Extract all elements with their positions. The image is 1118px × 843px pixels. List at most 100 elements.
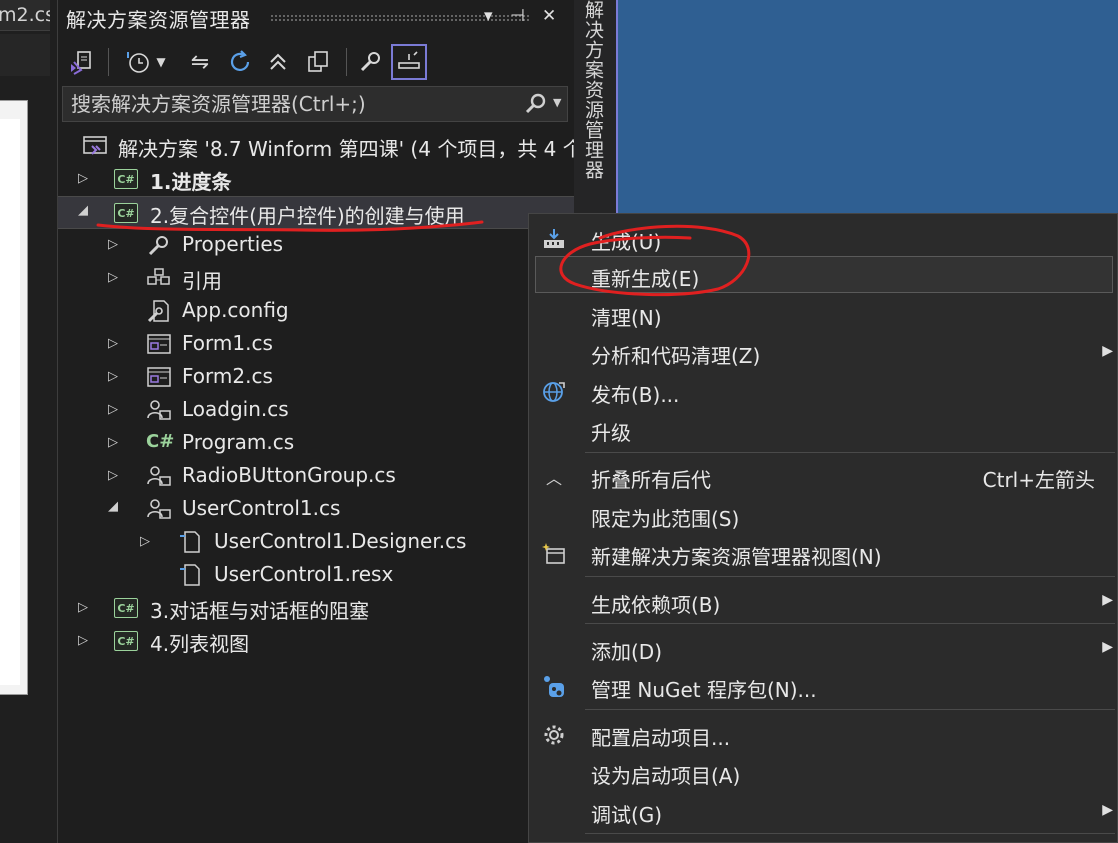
menu-separator (585, 452, 1115, 453)
expand-arrow-icon[interactable]: ▷ (106, 369, 120, 384)
wrench-icon[interactable] (354, 46, 386, 78)
expand-arrow-icon[interactable]: ▷ (106, 237, 120, 252)
designer-surface[interactable] (0, 100, 28, 695)
new-view-icon (541, 541, 567, 567)
tree-node-loadgin[interactable]: ▷ Loadgin.cs (58, 394, 574, 427)
tree-node-properties[interactable]: ▷ Properties (58, 229, 574, 262)
csharp-project-icon: C# (114, 201, 140, 225)
file-icon (178, 530, 204, 554)
tree-item-label: Loadgin.cs (182, 397, 289, 421)
menu-separator (585, 833, 1115, 834)
tree-solution-node[interactable]: 解决方案 '8.7 Winform 第四课' (4 个项目，共 4 个 (58, 130, 583, 163)
menu-item-rebuild[interactable]: 重新生成(E) (535, 256, 1113, 293)
menu-item-clean[interactable]: 清理(N) (529, 296, 1118, 333)
tree-node-radiobuttongroup[interactable]: ▷ RadioBUttonGroup.cs (58, 460, 574, 493)
references-icon (146, 266, 172, 290)
refresh-icon[interactable] (224, 46, 256, 78)
file-icon (178, 563, 204, 587)
tree-node-references[interactable]: ▷ 引用 (58, 262, 574, 295)
vs-home-icon[interactable] (66, 46, 98, 78)
panel-title-bar: 解决方案资源管理器 ▾ ⊣ ✕ (58, 0, 574, 36)
sync-icon[interactable]: ⇋ (184, 46, 216, 78)
menu-separator (585, 709, 1115, 710)
context-menu: 生成(U) 重新生成(E) 清理(N) 分析和代码清理(Z) ▶ 发布(B)..… (528, 213, 1118, 843)
tree-node-usercontrol1[interactable]: ◢ UserControl1.cs (58, 493, 574, 526)
tree-item-label: Properties (182, 232, 284, 256)
history-icon[interactable] (122, 46, 154, 78)
pin-icon[interactable]: ⊣ (510, 6, 525, 26)
menu-item-scope[interactable]: 限定为此范围(S) (529, 497, 1118, 534)
preview-selected-icon[interactable] (391, 44, 427, 80)
csharp-file-icon: C# (146, 431, 175, 452)
form-icon (146, 365, 172, 389)
menu-item-build[interactable]: 生成(U) (529, 220, 1118, 257)
form-canvas (0, 119, 20, 685)
search-box: ▼ (62, 86, 568, 122)
tree-item-label: Program.cs (182, 430, 295, 454)
submenu-arrow-icon: ▶ (1102, 802, 1113, 818)
background-window (618, 0, 1118, 213)
menu-item-debug[interactable]: 调试(G) ▶ (529, 793, 1118, 830)
gear-icon (541, 722, 567, 748)
tree-item-label: App.config (182, 298, 289, 322)
tree-project-node-selected[interactable]: ◢ C# 2.复合控件(用户控件)的创建与使用 (58, 196, 574, 229)
solution-label: 解决方案 '8.7 Winform 第四课' (4 个项目，共 4 个 (118, 137, 583, 161)
toolbar-separator (108, 48, 109, 76)
expand-arrow-icon[interactable]: ▷ (106, 336, 120, 351)
tree-node-designer[interactable]: ▷ UserControl1.Designer.cs (58, 526, 574, 559)
collapse-arrow-icon[interactable]: ◢ (76, 203, 90, 218)
tree-node-resx[interactable]: UserControl1.resx (58, 559, 574, 592)
tree-node-form1[interactable]: ▷ Form1.cs (58, 328, 574, 361)
tree-node-app-config[interactable]: App.config (58, 295, 574, 328)
expand-arrow-icon[interactable]: ▷ (106, 468, 120, 483)
tree-project-node[interactable]: ▷ C# 1.进度条 (58, 163, 574, 196)
chevron-down-icon[interactable]: ▼ (154, 46, 168, 78)
tree-node-program[interactable]: ▷ C# Program.cs (58, 427, 574, 460)
copy-icon[interactable] (302, 46, 334, 78)
panel-toolbar: ▼ ⇋ (58, 40, 574, 84)
menu-label: 设为启动项目(A) (591, 764, 741, 788)
search-input[interactable] (71, 87, 501, 121)
project-label: 4.列表视图 (150, 632, 250, 656)
user-control-icon (146, 398, 172, 422)
csharp-project-icon: C# (114, 167, 140, 191)
search-icon[interactable] (523, 91, 549, 117)
tree-item-label: 引用 (182, 269, 222, 293)
expand-arrow-icon[interactable]: ▷ (76, 633, 90, 648)
tree-item-label: Form1.cs (182, 331, 273, 355)
expand-arrow-icon[interactable]: ▷ (76, 600, 90, 615)
expand-arrow-icon[interactable]: ▷ (106, 435, 120, 450)
menu-item-new-view[interactable]: 新建解决方案资源管理器视图(N) (529, 535, 1118, 572)
menu-item-nuget[interactable]: 管理 NuGet 程序包(N)... (529, 668, 1118, 705)
collapse-all-icon[interactable] (262, 46, 294, 78)
menu-label: 新建解决方案资源管理器视图(N) (591, 545, 882, 569)
nuget-icon (541, 674, 567, 700)
menu-item-configure-startup[interactable]: 配置启动项目... (529, 716, 1118, 753)
tree-item-label: RadioBUttonGroup.cs (182, 463, 396, 487)
project-label: 2.复合控件(用户控件)的创建与使用 (150, 204, 465, 228)
menu-label: 折叠所有后代 (591, 468, 711, 492)
close-icon[interactable]: ✕ (542, 6, 556, 26)
vertical-tab-label: 解决方案资源管理器 (582, 0, 604, 180)
expand-arrow-icon[interactable]: ▷ (76, 171, 90, 186)
expand-arrow-icon[interactable]: ▷ (106, 402, 120, 417)
csharp-project-icon: C# (114, 629, 140, 653)
editor-tab[interactable]: m2.cs (0, 0, 50, 30)
expand-arrow-icon[interactable]: ▷ (106, 270, 120, 285)
menu-item-analyze[interactable]: 分析和代码清理(Z) ▶ (529, 334, 1118, 371)
menu-item-collapse-descendants[interactable]: ︿ 折叠所有后代 Ctrl+左箭头 (529, 458, 1118, 495)
vertical-panel-tab[interactable]: 解决方案资源管理器 (574, 0, 618, 213)
menu-item-set-startup[interactable]: 设为启动项目(A) (529, 754, 1118, 791)
menu-item-upgrade[interactable]: 升级 (529, 411, 1118, 448)
collapse-arrow-icon[interactable]: ◢ (106, 499, 120, 514)
expand-arrow-icon[interactable]: ▷ (138, 534, 152, 549)
tree-project-node[interactable]: ▷ C# 4.列表视图 (58, 625, 574, 658)
menu-item-add[interactable]: 添加(D) ▶ (529, 630, 1118, 667)
chevron-down-icon[interactable]: ▾ (484, 6, 493, 26)
search-options-chevron-icon[interactable]: ▼ (553, 96, 561, 109)
panel-title: 解决方案资源管理器 (66, 8, 251, 32)
menu-item-build-dependencies[interactable]: 生成依赖项(B) ▶ (529, 583, 1118, 620)
tree-project-node[interactable]: ▷ C# 3.对话框与对话框的阻塞 (58, 592, 574, 625)
tree-node-form2[interactable]: ▷ Form2.cs (58, 361, 574, 394)
menu-item-publish[interactable]: 发布(B)... (529, 373, 1118, 410)
